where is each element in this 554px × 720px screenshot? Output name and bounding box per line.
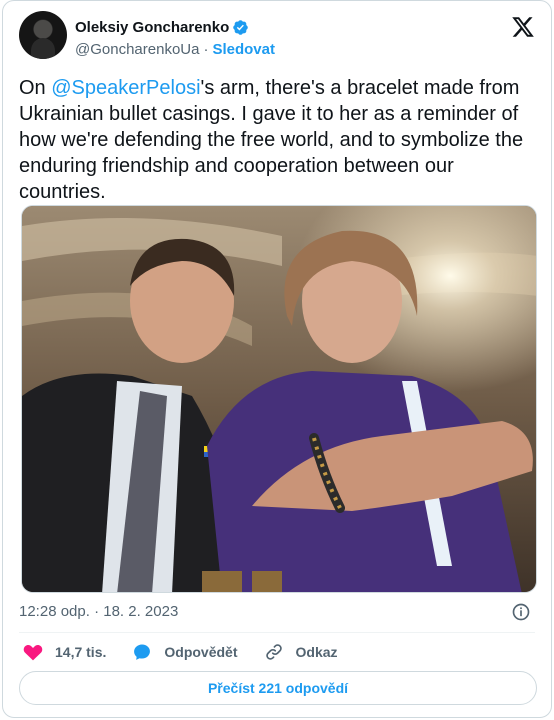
read-replies-button[interactable]: Přečíst 221 odpovědí xyxy=(19,671,537,705)
mention-link[interactable]: @SpeakerPelosi xyxy=(51,77,200,99)
copy-link-button[interactable]: Odkaz xyxy=(264,642,338,662)
follow-button[interactable]: Sledovat xyxy=(212,41,275,58)
x-logo-icon[interactable] xyxy=(511,15,535,39)
author-block: Oleksiy Goncharenko @GoncharenkoUa · Sle… xyxy=(75,17,275,59)
divider xyxy=(19,632,535,633)
link-label: Odkaz xyxy=(295,644,338,660)
tweet-actions: 14,7 tis. Odpovědět Odkaz xyxy=(23,641,364,663)
reply-label: Odpovědět xyxy=(164,644,238,660)
like-count: 14,7 tis. xyxy=(55,644,107,660)
tweet-header: Oleksiy Goncharenko @GoncharenkoUa · Sle… xyxy=(19,11,537,63)
reply-button[interactable]: Odpovědět xyxy=(132,642,238,662)
reply-icon xyxy=(134,644,151,660)
link-icon xyxy=(265,644,282,660)
tweet-card: Oleksiy Goncharenko @GoncharenkoUa · Sle… xyxy=(2,0,552,718)
author-handle[interactable]: @GoncharenkoUa xyxy=(75,41,199,58)
author-name[interactable]: Oleksiy Goncharenko xyxy=(75,19,229,36)
verified-icon xyxy=(233,19,248,35)
avatar[interactable] xyxy=(19,11,67,59)
tweet-photo[interactable] xyxy=(21,205,537,593)
info-icon[interactable] xyxy=(511,602,531,622)
tweet-timestamp[interactable]: 12:28 odp. · 18. 2. 2023 xyxy=(19,603,178,620)
like-button[interactable]: 14,7 tis. xyxy=(23,642,106,662)
tweet-meta: 12:28 odp. · 18. 2. 2023 xyxy=(19,601,533,623)
heart-icon xyxy=(23,644,43,661)
tweet-text-prefix: On xyxy=(19,77,52,99)
dot-separator: · xyxy=(203,41,209,58)
photo-illustration xyxy=(22,206,536,592)
tweet-text: On @SpeakerPelosi's arm, there's a brace… xyxy=(19,75,539,205)
